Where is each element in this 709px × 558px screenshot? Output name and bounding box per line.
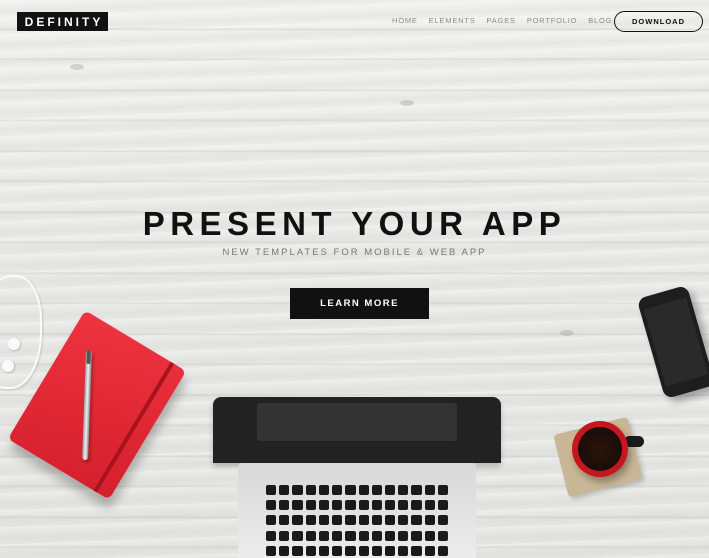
laptop-keyboard-image xyxy=(238,463,476,558)
laptop-lid-image xyxy=(213,397,501,463)
nav-item-elements[interactable]: ELEMENTS xyxy=(429,16,476,26)
wood-knot xyxy=(70,64,84,70)
download-button[interactable]: DOWNLOAD xyxy=(614,11,703,32)
nav-item-pages[interactable]: PAGES xyxy=(487,16,516,26)
hero-title: PRESENT YOUR APP xyxy=(142,205,567,242)
nav-item-blog[interactable]: BLOG xyxy=(588,16,612,26)
pen-clip xyxy=(86,349,91,365)
wood-knot xyxy=(400,100,414,106)
nav-item-home[interactable]: HOME xyxy=(392,16,418,26)
logo[interactable]: DEFINITY xyxy=(17,12,108,31)
earbud-image xyxy=(2,360,14,372)
keyboard-keys xyxy=(266,485,448,558)
coffee-mug-image xyxy=(572,421,628,477)
wood-knot xyxy=(560,330,574,336)
main-nav: HOME ELEMENTS PAGES PORTFOLIO BLOG xyxy=(392,16,623,26)
learn-more-button[interactable]: LEARN MORE xyxy=(290,288,429,319)
nav-item-portfolio[interactable]: PORTFOLIO xyxy=(527,16,577,26)
earbud-image xyxy=(8,338,20,350)
hero-subtitle: NEW TEMPLATES FOR MOBILE & WEB APP xyxy=(222,247,487,258)
coffee-image xyxy=(578,427,622,471)
laptop-lid-inner xyxy=(257,403,457,441)
